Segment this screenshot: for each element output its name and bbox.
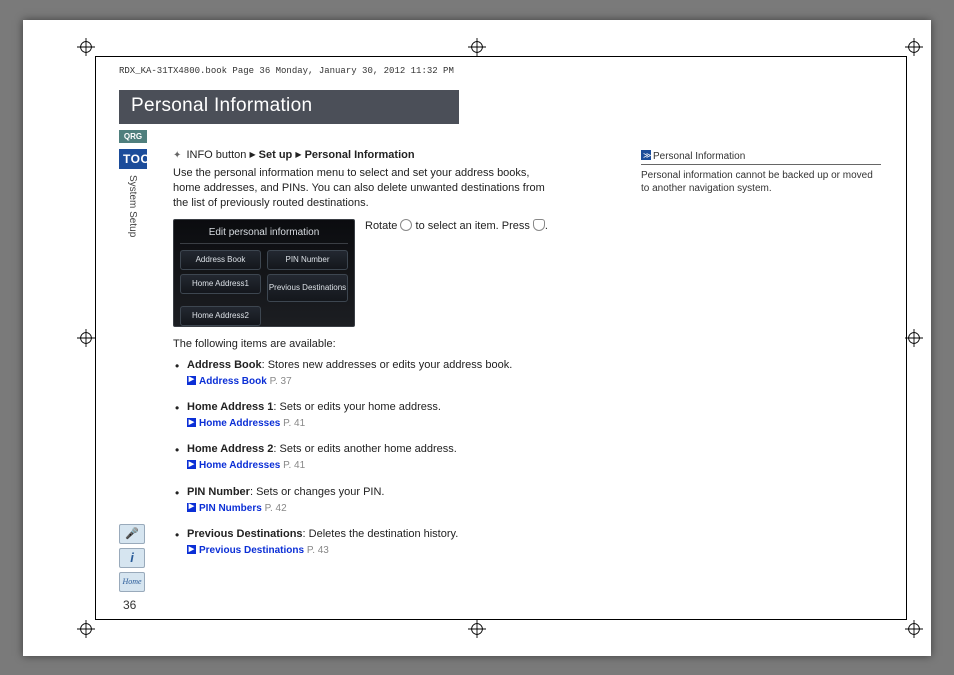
item-label: Home Address 1 bbox=[187, 401, 273, 413]
page-number: 36 bbox=[123, 598, 136, 612]
registration-mark-icon bbox=[468, 620, 486, 638]
item-label: Address Book bbox=[187, 359, 262, 371]
cross-ref-link[interactable]: Previous Destinations P. 43 bbox=[187, 544, 558, 558]
item-label: PIN Number bbox=[187, 486, 250, 498]
rotate-dial-icon bbox=[400, 219, 412, 231]
chevron-right-icon: ▶ bbox=[295, 150, 301, 159]
screenshot-title: Edit personal information bbox=[180, 226, 348, 245]
registration-mark-icon bbox=[77, 329, 95, 347]
page-title: Personal Information bbox=[119, 90, 459, 124]
item-label: Home Address 2 bbox=[187, 443, 273, 455]
list-item: Home Address 2: Sets or edits another ho… bbox=[187, 442, 558, 472]
sidebar-note: Personal information cannot be backed up… bbox=[641, 169, 881, 195]
crop-line bbox=[95, 56, 907, 57]
list-item: Home Address 1: Sets or edits your home … bbox=[187, 400, 558, 430]
list-item: Address Book: Stores new addresses or ed… bbox=[187, 358, 558, 388]
chevron-right-icon: ▶ bbox=[249, 150, 255, 159]
breadcrumb-step: INFO button bbox=[186, 149, 246, 161]
note-icon: ≫ bbox=[641, 150, 651, 160]
info-icon[interactable] bbox=[119, 548, 145, 568]
registration-mark-icon bbox=[905, 38, 923, 56]
svg-text:≫: ≫ bbox=[643, 151, 651, 160]
cross-ref-link[interactable]: Home Addresses P. 41 bbox=[187, 417, 558, 431]
breadcrumb: ✦ INFO button ▶ Set up ▶ Personal Inform… bbox=[173, 148, 558, 163]
toc-badge[interactable]: TOC bbox=[119, 149, 147, 169]
screenshot-edit-personal-info: Edit personal information Address Book P… bbox=[173, 219, 355, 327]
screen-button-home-address-1: Home Address1 bbox=[180, 274, 261, 294]
screen-button-home-address-2: Home Address2 bbox=[180, 306, 261, 326]
screen-button-previous-destinations: Previous Destinations bbox=[267, 274, 348, 302]
list-item: PIN Number: Sets or changes your PIN. PI… bbox=[187, 485, 558, 515]
registration-mark-icon bbox=[905, 620, 923, 638]
info-button-icon: ✦ bbox=[173, 150, 181, 161]
crop-line bbox=[95, 619, 907, 620]
registration-mark-icon bbox=[77, 620, 95, 638]
item-label: Previous Destinations bbox=[187, 528, 303, 540]
instruction-text: Rotate to select an item. Press . bbox=[365, 219, 558, 234]
voice-icon[interactable] bbox=[119, 524, 145, 544]
items-intro: The following items are available: bbox=[173, 337, 558, 352]
intro-paragraph: Use the personal information menu to sel… bbox=[173, 166, 558, 211]
item-desc: : Sets or edits another home address. bbox=[273, 443, 456, 455]
screen-button-pin-number: PIN Number bbox=[267, 250, 348, 270]
qrg-badge[interactable]: QRG bbox=[119, 130, 147, 143]
item-desc: : Stores new addresses or edits your add… bbox=[262, 359, 513, 371]
item-desc: : Sets or changes your PIN. bbox=[250, 486, 385, 498]
cross-ref-link[interactable]: Address Book P. 37 bbox=[187, 375, 558, 389]
running-header: RDX_KA-31TX4800.book Page 36 Monday, Jan… bbox=[119, 66, 454, 76]
item-desc: : Sets or edits your home address. bbox=[273, 401, 441, 413]
crop-line bbox=[95, 56, 96, 620]
cross-ref-link[interactable]: PIN Numbers P. 42 bbox=[187, 502, 558, 516]
list-item: Previous Destinations: Deletes the desti… bbox=[187, 527, 558, 557]
home-icon[interactable]: Home bbox=[119, 572, 145, 592]
cross-ref-link[interactable]: Home Addresses P. 41 bbox=[187, 459, 558, 473]
section-label: System Setup bbox=[127, 175, 138, 237]
screen-button-address-book: Address Book bbox=[180, 250, 261, 270]
item-desc: : Deletes the destination history. bbox=[303, 528, 459, 540]
breadcrumb-step: Personal Information bbox=[305, 149, 415, 161]
registration-mark-icon bbox=[905, 329, 923, 347]
registration-mark-icon bbox=[77, 38, 95, 56]
press-button-icon bbox=[533, 219, 545, 231]
registration-mark-icon bbox=[468, 38, 486, 56]
sidebar-heading: ≫Personal Information bbox=[641, 150, 881, 165]
breadcrumb-step: Set up bbox=[259, 149, 293, 161]
